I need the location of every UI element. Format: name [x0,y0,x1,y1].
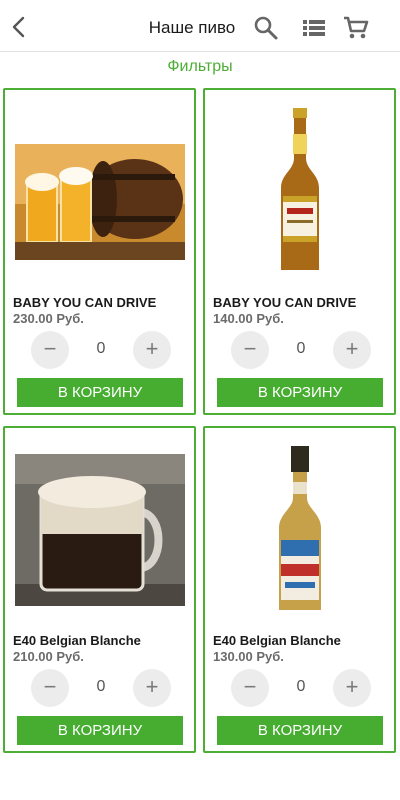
quantity-stepper: − 0 + [231,331,371,369]
decrease-button[interactable]: − [31,669,69,707]
product-card: BABY YOU CAN DRIVE 140.00 Руб. − 0 + В К… [203,88,396,415]
product-image-beer-bottle[interactable] [215,442,385,628]
quantity-stepper: − 0 + [231,669,371,707]
filters-link[interactable]: Фильтры [0,58,400,76]
quantity-stepper: − 0 + [31,669,171,707]
add-to-cart-button[interactable]: В КОРЗИНУ [217,378,383,407]
decrease-button[interactable]: − [231,669,269,707]
product-image-beer-bottle[interactable] [215,104,385,290]
product-name: E40 Belgian Blanche [213,633,341,648]
quantity-value: 0 [96,678,106,695]
add-to-cart-button[interactable]: В КОРЗИНУ [17,378,183,407]
product-price: 210.00 Руб. [13,649,84,664]
product-image-dark-beer-mug[interactable] [15,442,185,628]
quantity-value: 0 [296,678,306,695]
product-name: BABY YOU CAN DRIVE [13,295,157,310]
product-card: E40 Belgian Blanche 130.00 Руб. − 0 + В … [203,426,396,753]
product-price: 230.00 Руб. [13,311,84,326]
add-to-cart-button[interactable]: В КОРЗИНУ [217,716,383,745]
increase-button[interactable]: + [333,669,371,707]
product-name: BABY YOU CAN DRIVE [213,295,357,310]
decrease-button[interactable]: − [231,331,269,369]
increase-button[interactable]: + [133,331,171,369]
product-card: E40 Belgian Blanche 210.00 Руб. − 0 + В … [3,426,196,753]
list-view-icon[interactable] [300,14,328,42]
product-card: BABY YOU CAN DRIVE 230.00 Руб. − 0 + В К… [3,88,196,415]
quantity-stepper: − 0 + [31,331,171,369]
quantity-value: 0 [96,340,106,357]
page-title: Наше пиво [148,18,236,37]
add-to-cart-button[interactable]: В КОРЗИНУ [17,716,183,745]
quantity-value: 0 [296,340,306,357]
decrease-button[interactable]: − [31,331,69,369]
app-header: Наше пиво [0,0,400,52]
search-icon[interactable] [252,14,280,42]
increase-button[interactable]: + [133,669,171,707]
product-image-beer-glasses[interactable] [15,104,185,290]
product-price: 130.00 Руб. [213,649,284,664]
shopping-cart-icon[interactable] [342,14,370,42]
increase-button[interactable]: + [333,331,371,369]
product-name: E40 Belgian Blanche [13,633,141,648]
product-price: 140.00 Руб. [213,311,284,326]
